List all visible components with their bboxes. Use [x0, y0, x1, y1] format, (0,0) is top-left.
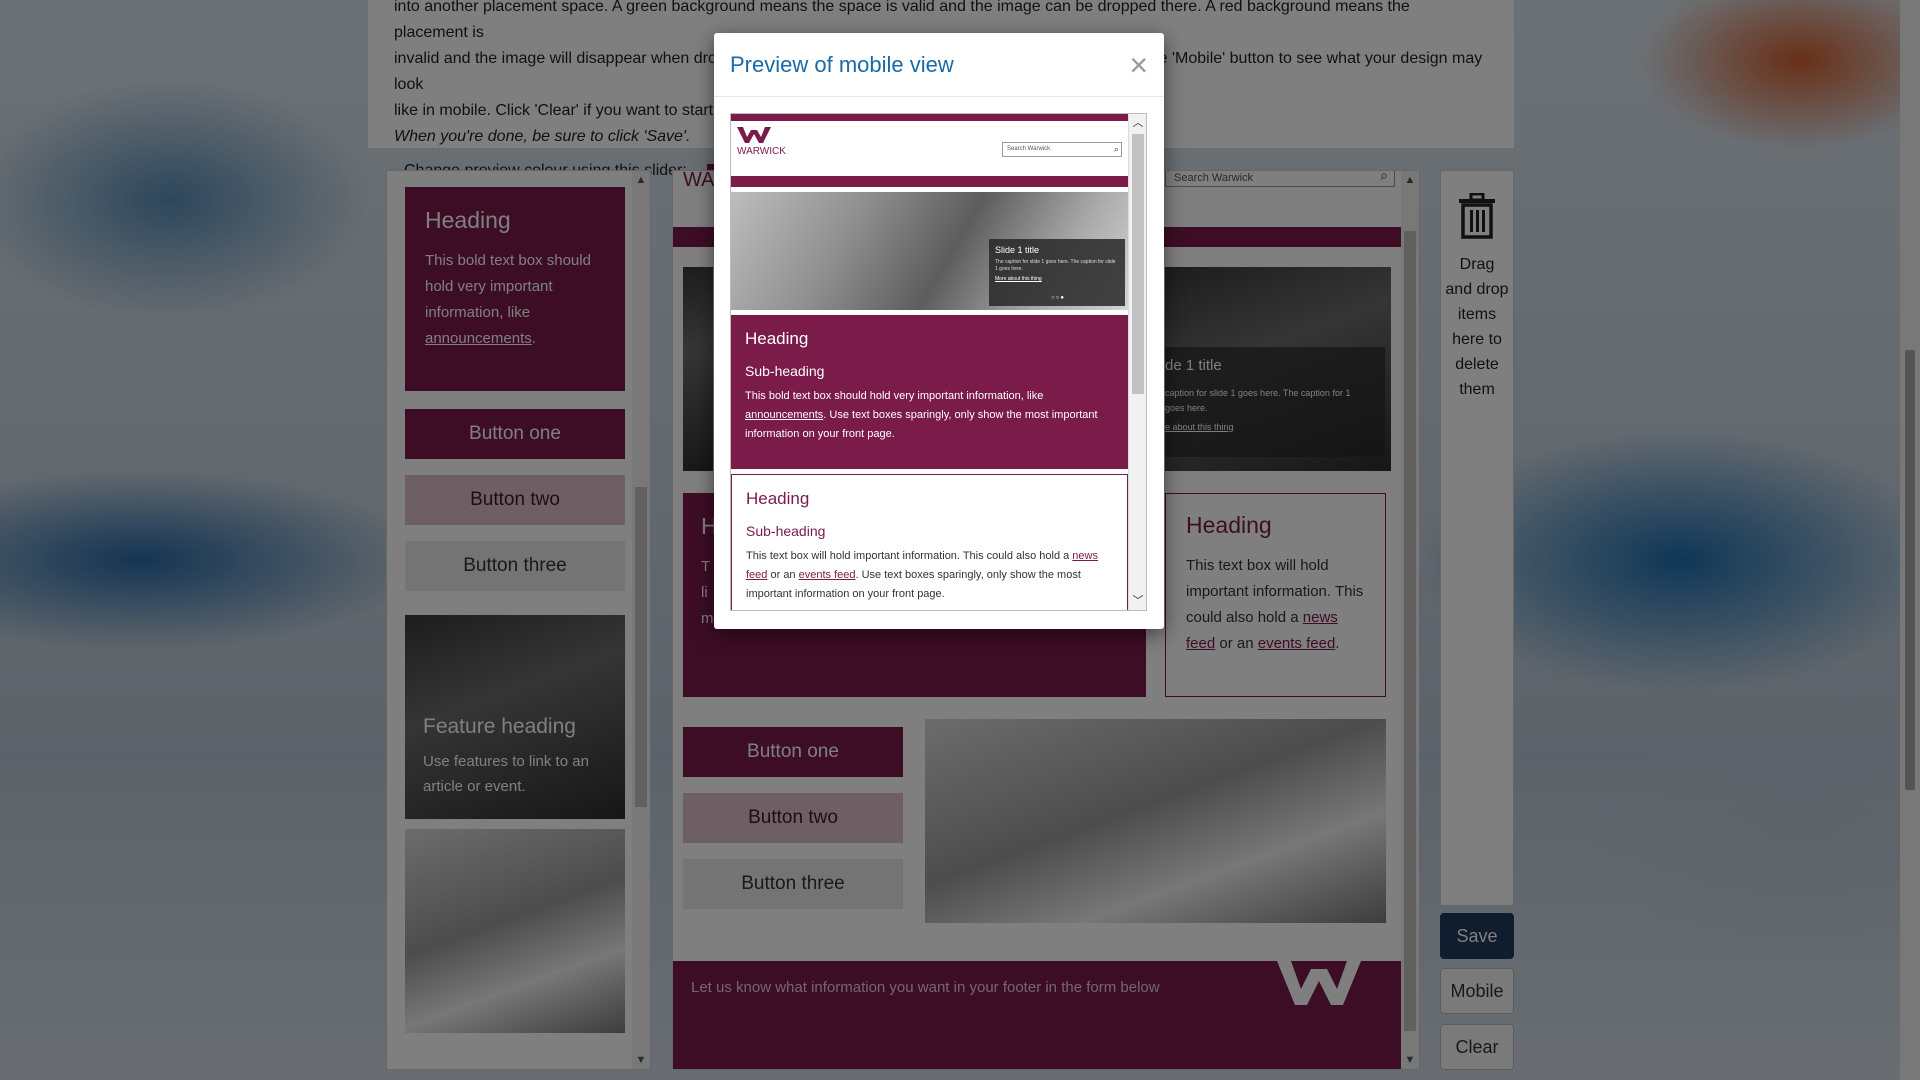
mobile-plum-body-prefix: This bold text box should hold very impo…: [745, 390, 1044, 402]
mobile-plum-body: This bold text box should hold very impo…: [745, 387, 1114, 444]
carousel-dots[interactable]: ○○●: [1051, 295, 1065, 301]
mobile-white-body-prefix: This text box will hold important inform…: [746, 550, 1070, 562]
mobile-slide-link[interactable]: More about this thing: [995, 276, 1119, 282]
scroll-down-arrow-icon[interactable]: ﹀: [1129, 592, 1146, 610]
mobile-white-subheading: Sub-heading: [746, 523, 826, 539]
mobile-slide-title: Slide 1 title: [995, 245, 1040, 255]
preview-scroll-thumb[interactable]: [1132, 134, 1144, 394]
mobile-top-bar: [731, 114, 1128, 121]
mobile-hero-image: Slide 1 title The caption for slide 1 go…: [731, 192, 1128, 310]
mobile-white-heading: Heading: [746, 489, 810, 508]
events-feed-link[interactable]: events feed: [799, 569, 856, 581]
mobile-logo: WARWICK: [737, 127, 797, 157]
mobile-text-box-white: Heading Sub-heading This text box will h…: [731, 474, 1128, 610]
mobile-preview-frame: WARWICK Search Warwick ⌕ Slide 1 title T…: [730, 113, 1147, 611]
mobile-text-box-plum: Heading Sub-heading This bold text box s…: [731, 315, 1128, 469]
mobile-white-body: This text box will hold important inform…: [746, 547, 1113, 604]
mobile-preview-content: WARWICK Search Warwick ⌕ Slide 1 title T…: [731, 114, 1128, 610]
mobile-header: WARWICK Search Warwick ⌕: [731, 121, 1128, 176]
announcements-link[interactable]: announcements: [745, 409, 823, 421]
modal-header: Preview of mobile view ×: [714, 33, 1164, 97]
search-icon[interactable]: ⌕: [1114, 143, 1119, 156]
mobile-nav-band: [731, 176, 1128, 187]
mobile-search-placeholder: Search Warwick: [1007, 146, 1051, 152]
mobile-white-or: or an: [767, 569, 799, 581]
mobile-plum-heading: Heading: [745, 329, 809, 348]
mobile-slide-text: The caption for slide 1 goes here. The c…: [995, 259, 1116, 272]
close-icon[interactable]: ×: [1129, 49, 1148, 81]
warwick-logo-mark: [737, 127, 771, 143]
mobile-slide-caption: Slide 1 title The caption for slide 1 go…: [989, 239, 1125, 306]
scroll-up-arrow-icon[interactable]: ︿: [1129, 114, 1146, 132]
mobile-logo-text: WARWICK: [737, 146, 786, 157]
mobile-preview-modal: Preview of mobile view × WARWICK Search …: [714, 33, 1164, 629]
preview-scrollbar[interactable]: ︿ ﹀: [1128, 114, 1146, 610]
mobile-search-input[interactable]: Search Warwick ⌕: [1002, 142, 1122, 157]
mobile-plum-subheading: Sub-heading: [745, 363, 825, 379]
modal-title: Preview of mobile view: [730, 51, 954, 77]
